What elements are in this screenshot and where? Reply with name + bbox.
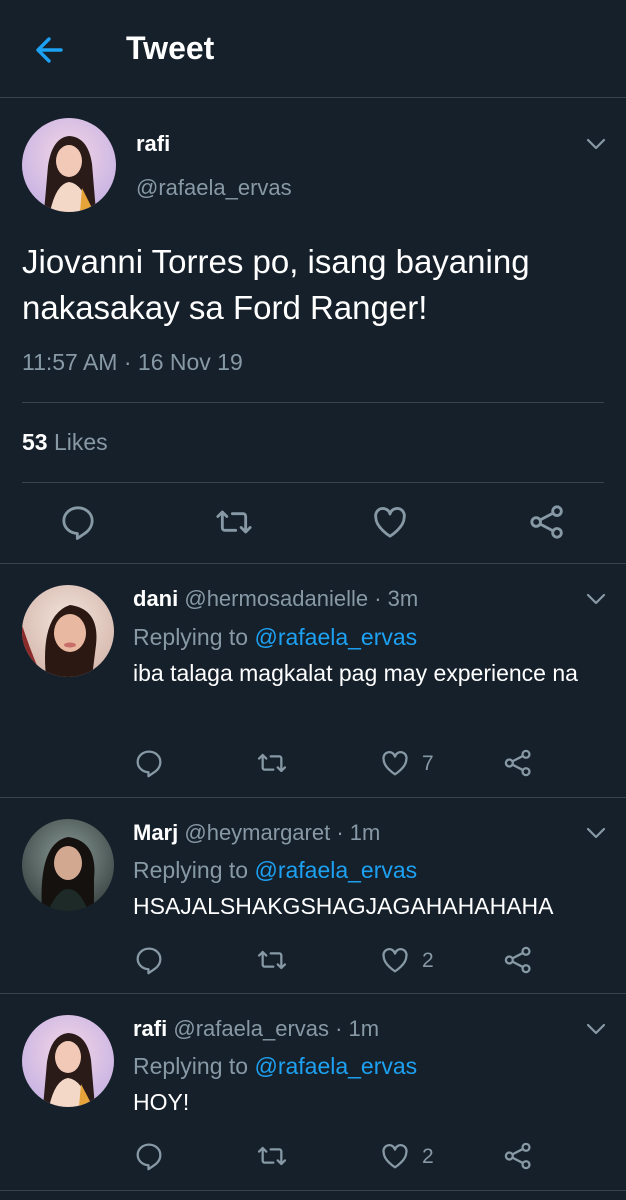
arrow-left-icon — [36, 37, 63, 63]
retweet-icon[interactable] — [256, 747, 288, 779]
like-count: 2 — [422, 949, 434, 972]
retweet-icon[interactable] — [256, 944, 288, 976]
chevron-down-icon[interactable] — [584, 587, 608, 611]
like-icon[interactable] — [379, 1140, 411, 1172]
replying-to-link[interactable]: @rafaela_ervas — [254, 624, 417, 650]
share-icon[interactable] — [502, 1140, 534, 1172]
avatar[interactable] — [22, 118, 116, 212]
reply-icon[interactable] — [133, 1140, 165, 1172]
divider — [0, 797, 626, 798]
tweet-timestamp[interactable]: 11:57 AM · 16 Nov 19 — [22, 349, 243, 376]
chevron-down-icon[interactable] — [584, 132, 608, 156]
author-handle[interactable]: @rafaela_ervas — [136, 175, 292, 201]
divider — [22, 402, 604, 403]
back-button[interactable] — [30, 30, 70, 70]
replying-to: Replying to @rafaela_ervas — [133, 624, 417, 651]
avatar[interactable] — [22, 585, 114, 677]
replying-to: Replying to @rafaela_ervas — [133, 857, 417, 884]
share-icon[interactable] — [502, 747, 534, 779]
avatar[interactable] — [22, 1015, 114, 1107]
like-count: 7 — [422, 752, 434, 775]
likes-count: 53 — [22, 429, 48, 455]
like-count: 2 — [422, 1145, 434, 1168]
replying-prefix: Replying to — [133, 624, 249, 650]
replying-prefix: Replying to — [133, 857, 249, 883]
reply-icon[interactable] — [133, 747, 165, 779]
reply-meta[interactable]: @hermosadanielle · 3m — [184, 586, 418, 611]
replying-to-link[interactable]: @rafaela_ervas — [254, 857, 417, 883]
reply-author-name[interactable]: rafi — [133, 1016, 167, 1041]
divider — [0, 1190, 626, 1191]
share-icon[interactable] — [502, 944, 534, 976]
page-title: Tweet — [126, 30, 215, 66]
divider — [0, 563, 626, 564]
reply-author-name[interactable]: Marj — [133, 820, 178, 845]
replying-prefix: Replying to — [133, 1053, 249, 1079]
reply-header: Marj @heymargaret · 1m — [133, 820, 380, 846]
like-icon[interactable] — [370, 502, 410, 542]
reply-meta[interactable]: @rafaela_ervas · 1m — [173, 1016, 379, 1041]
divider — [0, 993, 626, 994]
reply-meta[interactable]: @heymargaret · 1m — [184, 820, 380, 845]
tweet-text: Jiovanni Torres po, isang bayaning nakas… — [22, 243, 530, 326]
reply-icon[interactable] — [58, 502, 98, 542]
reply-icon[interactable] — [133, 944, 165, 976]
app-header: Tweet — [0, 0, 626, 98]
divider — [22, 482, 604, 483]
reply-author-name[interactable]: dani — [133, 586, 178, 611]
replying-to-link[interactable]: @rafaela_ervas — [254, 1053, 417, 1079]
like-icon[interactable] — [379, 944, 411, 976]
likes-stat[interactable]: 53 Likes — [22, 429, 108, 456]
reply-text: HSAJALSHAKGSHAGJAGAHAHAHAHA — [133, 893, 554, 919]
reply-text: HOY! — [133, 1089, 190, 1115]
chevron-down-icon[interactable] — [584, 821, 608, 845]
reply-header: rafi @rafaela_ervas · 1m — [133, 1016, 379, 1042]
reply-header: dani @hermosadanielle · 3m — [133, 586, 418, 612]
author-name[interactable]: rafi — [136, 131, 170, 157]
like-icon[interactable] — [379, 747, 411, 779]
chevron-down-icon[interactable] — [584, 1017, 608, 1041]
avatar[interactable] — [22, 819, 114, 911]
retweet-icon[interactable] — [214, 502, 254, 542]
replying-to: Replying to @rafaela_ervas — [133, 1053, 417, 1080]
reply-text: iba talaga magkalat pag may experience n… — [133, 660, 578, 686]
share-icon[interactable] — [527, 502, 567, 542]
retweet-icon[interactable] — [256, 1140, 288, 1172]
likes-label: Likes — [53, 429, 108, 455]
